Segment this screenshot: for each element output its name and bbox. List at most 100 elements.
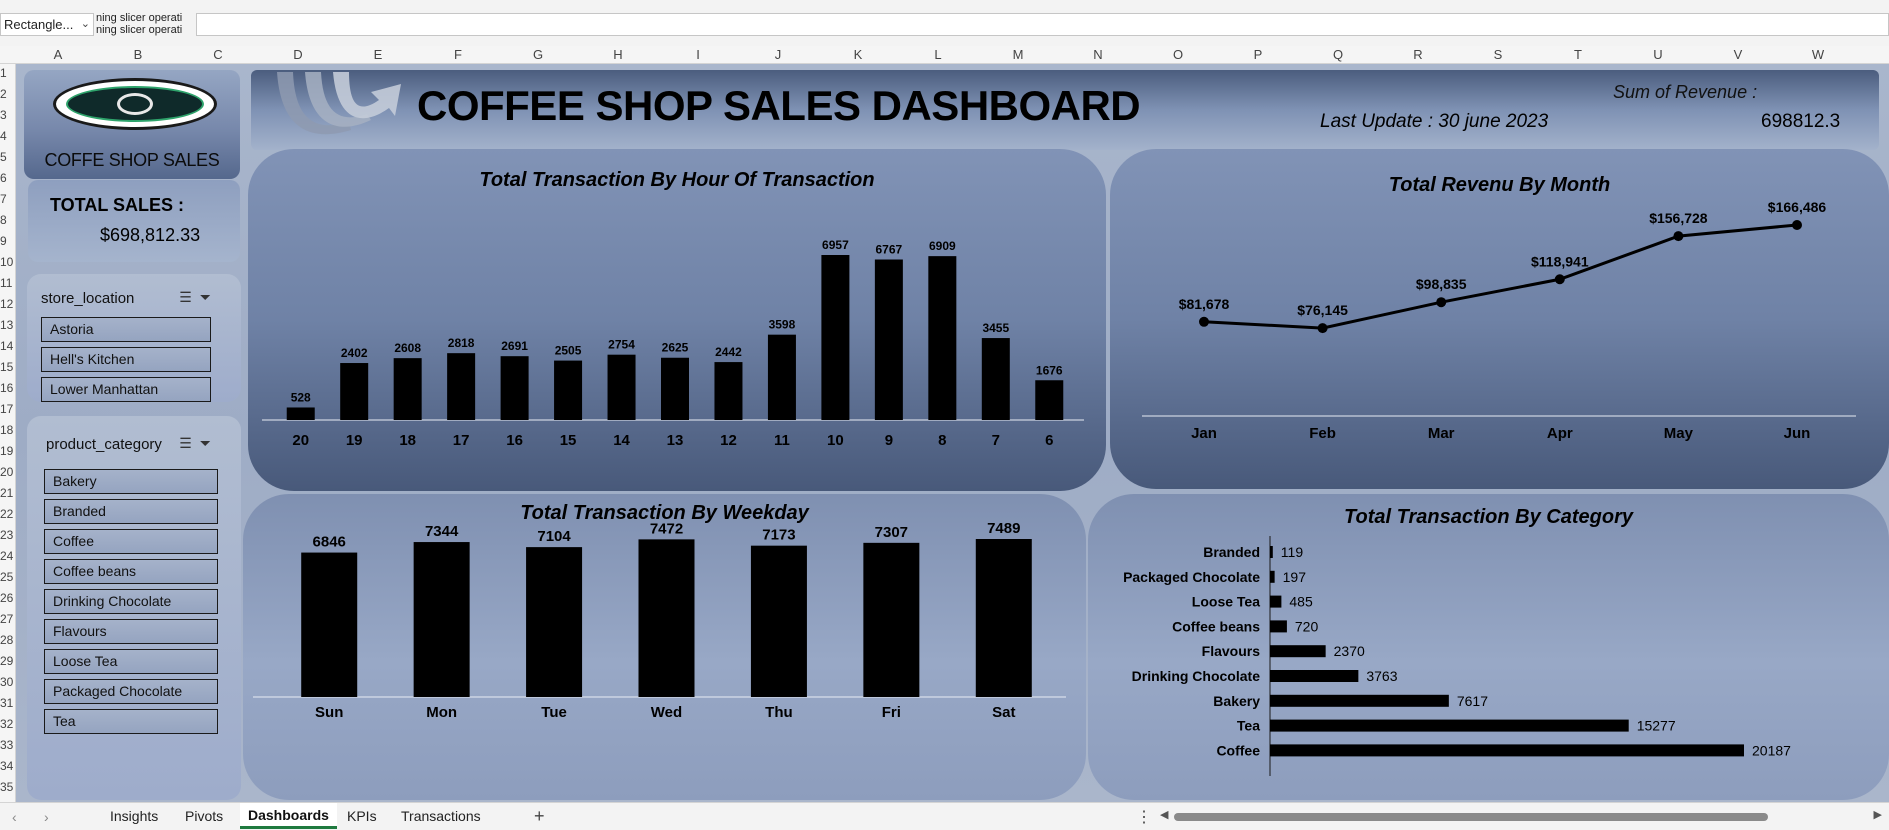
column-header[interactable]: V	[1734, 47, 1743, 62]
slicer-item-tea[interactable]: Tea	[44, 709, 218, 734]
column-header[interactable]: T	[1574, 47, 1582, 62]
scroll-left-icon[interactable]: ◀	[1160, 808, 1168, 821]
row-header[interactable]: 8	[0, 213, 15, 227]
chevron-left-icon[interactable]: ‹	[12, 809, 17, 825]
name-box[interactable]: Rectangle... ⌄	[0, 13, 94, 36]
slicer-item-flavours[interactable]: Flavours	[44, 619, 218, 644]
column-header[interactable]: I	[696, 47, 700, 62]
tab-transactions[interactable]: Transactions	[401, 808, 481, 824]
scroll-right-icon[interactable]: ▶	[1874, 808, 1882, 821]
row-header[interactable]: 1	[0, 66, 15, 80]
slicer-item-bakery[interactable]: Bakery	[44, 469, 218, 494]
column-header[interactable]: M	[1013, 47, 1024, 62]
row-header[interactable]: 26	[0, 591, 15, 605]
row-header[interactable]: 9	[0, 234, 15, 248]
row-header[interactable]: 11	[0, 276, 15, 290]
tab-dashboards[interactable]: Dashboards	[240, 803, 337, 829]
clear-filter-icon[interactable]: ⏷	[200, 289, 219, 305]
row-header[interactable]: 28	[0, 633, 15, 647]
slicer-item-loose-tea[interactable]: Loose Tea	[44, 649, 218, 674]
weekday-transactions-chart[interactable]: Total Transaction By Weekday 6846 Sun 7344…	[243, 494, 1086, 800]
total-sales-card[interactable]: TOTAL SALES : $698,812.33	[28, 180, 240, 262]
row-header[interactable]: 29	[0, 654, 15, 668]
row-header[interactable]: 27	[0, 612, 15, 626]
column-header[interactable]: W	[1812, 47, 1824, 62]
slicer-item-hells-kitchen[interactable]: Hell's Kitchen	[41, 347, 211, 372]
column-header[interactable]: A	[54, 47, 63, 62]
row-header[interactable]: 19	[0, 444, 15, 458]
column-header[interactable]: U	[1653, 47, 1662, 62]
hourly-transactions-chart[interactable]: Total Transaction By Hour Of Transaction…	[248, 149, 1106, 491]
monthly-revenue-chart[interactable]: Total Revenu By Month $81,678 Jan $76,145 F…	[1110, 149, 1889, 489]
column-header[interactable]: L	[934, 47, 941, 62]
row-header[interactable]: 20	[0, 465, 15, 479]
store-location-slicer[interactable]: store_location ☰⏷ Astoria Hell's Kitchen…	[27, 274, 241, 402]
row-header[interactable]: 14	[0, 339, 15, 353]
multi-select-icon[interactable]: ☰	[179, 289, 200, 305]
column-header[interactable]: D	[293, 47, 302, 62]
clear-filter-icon[interactable]: ⏷	[200, 435, 219, 451]
row-header[interactable]: 3	[0, 108, 15, 122]
column-header[interactable]: Q	[1333, 47, 1343, 62]
slicer-item-packaged-chocolate[interactable]: Packaged Chocolate	[44, 679, 218, 704]
add-sheet-icon[interactable]: +	[534, 806, 545, 827]
chevron-right-icon[interactable]: ›	[44, 809, 49, 825]
row-header[interactable]: 31	[0, 696, 15, 710]
horizontal-scrollbar[interactable]: ◀ ▶	[1160, 808, 1882, 823]
row-header[interactable]: 13	[0, 318, 15, 332]
row-header[interactable]: 10	[0, 255, 15, 269]
column-header[interactable]: H	[613, 47, 622, 62]
row-header[interactable]: 25	[0, 570, 15, 584]
tab-pivots[interactable]: Pivots	[185, 808, 223, 824]
column-header[interactable]: O	[1173, 47, 1183, 62]
formula-preview-line: ning slicer operati	[96, 12, 183, 24]
row-header[interactable]: 6	[0, 171, 15, 185]
column-header[interactable]: K	[854, 47, 863, 62]
column-header[interactable]: P	[1254, 47, 1263, 62]
more-options-icon[interactable]: ⋮	[1136, 807, 1152, 827]
column-header[interactable]: C	[213, 47, 222, 62]
slicer-item-lower-manhattan[interactable]: Lower Manhattan	[41, 377, 211, 402]
slicer-item-drinking-chocolate[interactable]: Drinking Chocolate	[44, 589, 218, 614]
column-header[interactable]: S	[1494, 47, 1503, 62]
row-header[interactable]: 4	[0, 129, 15, 143]
column-header[interactable]: F	[454, 47, 462, 62]
column-header[interactable]: N	[1093, 47, 1102, 62]
row-header[interactable]: 17	[0, 402, 15, 416]
row-header[interactable]: 21	[0, 486, 15, 500]
header-banner[interactable]: COFFEE SHOP SALES DASHBOARD Last Update …	[251, 70, 1879, 150]
slicer-item-astoria[interactable]: Astoria	[41, 317, 211, 342]
row-header[interactable]: 34	[0, 759, 15, 773]
slicer-item-coffee-beans[interactable]: Coffee beans	[44, 559, 218, 584]
column-header[interactable]: B	[134, 47, 143, 62]
row-header[interactable]: 12	[0, 297, 15, 311]
tab-insights[interactable]: Insights	[110, 808, 158, 824]
row-header[interactable]: 5	[0, 150, 15, 164]
tab-kpis[interactable]: KPIs	[347, 808, 377, 824]
column-header[interactable]: G	[533, 47, 543, 62]
row-header[interactable]: 18	[0, 423, 15, 437]
slicer-item-coffee[interactable]: Coffee	[44, 529, 218, 554]
row-header[interactable]: 24	[0, 549, 15, 563]
column-header[interactable]: R	[1413, 47, 1422, 62]
row-header[interactable]: 2	[0, 87, 15, 101]
row-header[interactable]: 30	[0, 675, 15, 689]
logo-box[interactable]: COFFE SHOP SALES	[24, 70, 240, 179]
scrollbar-thumb[interactable]	[1174, 813, 1768, 821]
row-header[interactable]: 35	[0, 780, 15, 794]
row-header[interactable]: 23	[0, 528, 15, 542]
slicer-item-branded[interactable]: Branded	[44, 499, 218, 524]
product-category-slicer[interactable]: product_category ☰⏷ Bakery Branded Coffe…	[27, 416, 241, 800]
row-header[interactable]: 33	[0, 738, 15, 752]
row-header[interactable]: 7	[0, 192, 15, 206]
row-header[interactable]: 16	[0, 381, 15, 395]
row-header[interactable]: 22	[0, 507, 15, 521]
chevron-down-icon[interactable]: ⌄	[81, 17, 90, 30]
multi-select-icon[interactable]: ☰	[179, 435, 200, 451]
column-header[interactable]: E	[374, 47, 383, 62]
row-header[interactable]: 32	[0, 717, 15, 731]
category-transactions-chart[interactable]: Total Transaction By Category Branded 119…	[1088, 494, 1889, 800]
formula-input[interactable]	[196, 13, 1889, 36]
row-header[interactable]: 15	[0, 360, 15, 374]
column-header[interactable]: J	[775, 47, 782, 62]
